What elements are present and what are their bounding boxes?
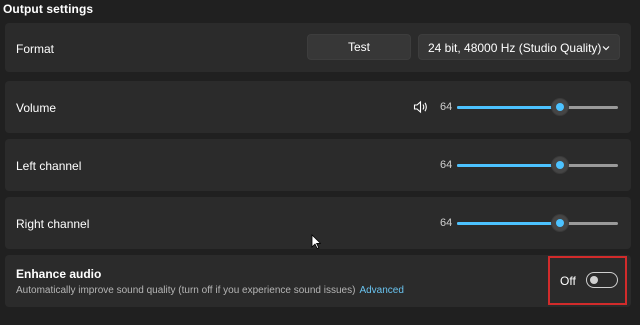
enhance-audio-title: Enhance audio xyxy=(16,267,102,281)
left-channel-label: Left channel xyxy=(16,159,82,173)
chevron-down-icon xyxy=(601,42,611,56)
slider-fill xyxy=(457,106,561,109)
right-channel-value: 64 xyxy=(440,217,453,229)
right-channel-label: Right channel xyxy=(16,217,90,231)
enhance-audio-toggle[interactable] xyxy=(586,272,618,288)
section-title: Output settings xyxy=(3,2,94,16)
format-row: Format Test 24 bit, 48000 Hz (Studio Qua… xyxy=(5,23,631,72)
test-button[interactable]: Test xyxy=(307,34,411,60)
format-label: Format xyxy=(16,42,55,56)
slider-thumb[interactable] xyxy=(551,98,570,116)
slider-thumb[interactable] xyxy=(551,214,570,232)
format-dropdown-value: 24 bit, 48000 Hz (Studio Quality) xyxy=(428,41,602,55)
left-channel-value: 64 xyxy=(440,159,453,171)
volume-slider[interactable] xyxy=(457,98,618,116)
advanced-link[interactable]: Advanced xyxy=(359,285,403,296)
slider-fill xyxy=(457,164,561,167)
slider-thumb[interactable] xyxy=(551,156,570,174)
left-channel-row: Left channel 64 xyxy=(5,139,631,191)
volume-label: Volume xyxy=(16,101,57,115)
enhance-audio-description: Automatically improve sound quality (tur… xyxy=(16,285,404,296)
right-channel-slider[interactable] xyxy=(457,214,618,232)
toggle-knob xyxy=(590,276,598,284)
enhance-toggle-label: Off xyxy=(560,274,576,288)
slider-fill xyxy=(457,222,561,225)
volume-row: Volume 64 xyxy=(5,81,631,133)
mouse-cursor-icon xyxy=(311,234,322,255)
format-dropdown[interactable]: 24 bit, 48000 Hz (Studio Quality) xyxy=(418,34,620,60)
speaker-icon[interactable] xyxy=(413,100,429,119)
left-channel-slider[interactable] xyxy=(457,156,618,174)
enhance-audio-description-text: Automatically improve sound quality (tur… xyxy=(16,285,356,296)
enhance-audio-row: Enhance audio Automatically improve soun… xyxy=(5,255,631,307)
volume-value: 64 xyxy=(440,101,453,113)
